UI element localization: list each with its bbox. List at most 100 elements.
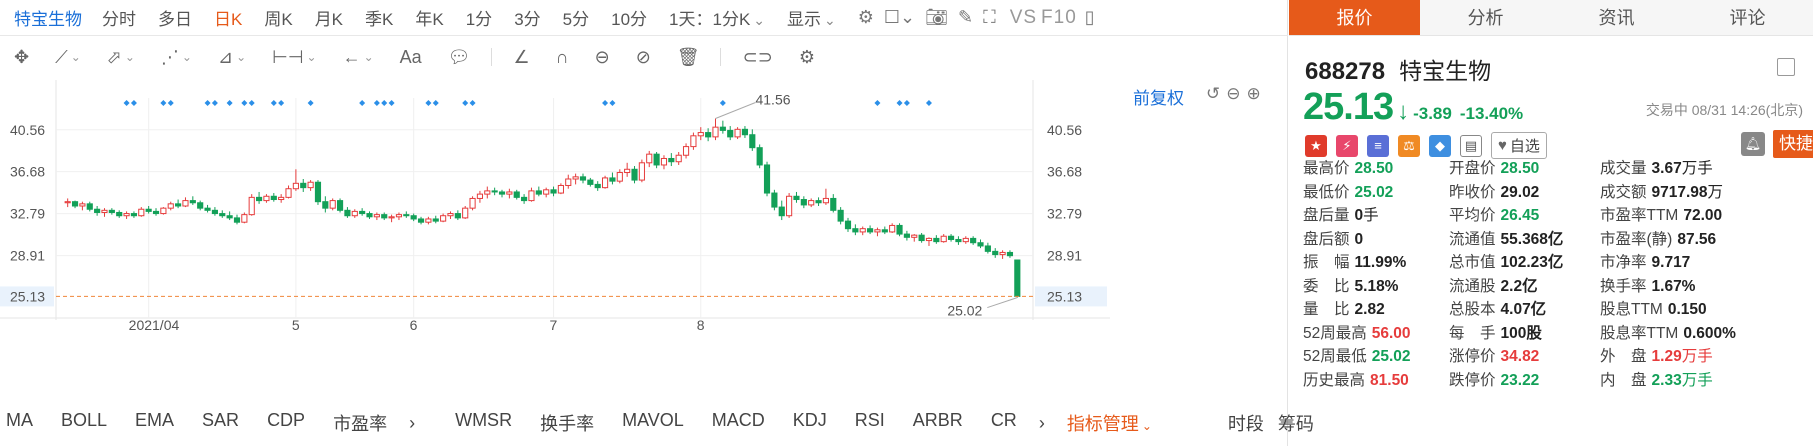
- period-tab[interactable]: 10分: [611, 5, 647, 30]
- candle-body: [197, 202, 204, 209]
- candle-body: [381, 214, 388, 219]
- quote-tab[interactable]: 资讯: [1551, 0, 1682, 36]
- candle-body: [528, 190, 535, 202]
- y-tick-label: 28.91: [10, 248, 45, 264]
- vs-button[interactable]: VS: [1010, 7, 1037, 29]
- hide-icon[interactable]: ⊘: [636, 47, 651, 68]
- period-tab[interactable]: 5分: [563, 5, 589, 30]
- angle-tool-icon[interactable]: ∠: [514, 47, 530, 68]
- interval-select[interactable]: 1天：1分K: [669, 5, 765, 30]
- stat-label: 总股本: [1449, 301, 1496, 318]
- candle-body: [668, 157, 675, 163]
- candle-body: [307, 181, 314, 189]
- event-marker: [204, 100, 211, 106]
- comment-tool-icon[interactable]: 💬︎: [448, 47, 471, 68]
- stat-number: 28.50: [1500, 160, 1540, 177]
- stat-label: 平均价: [1449, 207, 1496, 224]
- wave-tool-icon[interactable]: ⋰: [161, 47, 192, 68]
- sidebar-toggle-icon[interactable]: ▯: [1085, 7, 1095, 28]
- indicator-item[interactable]: EMA: [135, 410, 174, 436]
- period-tab[interactable]: 年K: [415, 5, 443, 30]
- range-tool-icon[interactable]: ⊢⊣: [272, 47, 316, 68]
- down-arrow-icon: ↓: [1397, 98, 1410, 125]
- indicator-item[interactable]: KDJ: [793, 410, 827, 436]
- arrow-tool-icon[interactable]: ←: [343, 47, 374, 68]
- period-tab[interactable]: 月K: [315, 5, 343, 30]
- indicator-item[interactable]: RSI: [855, 410, 885, 436]
- stat-cell: 换手率 1.67%: [1600, 274, 1695, 296]
- indicator-item[interactable]: 市盈率: [333, 410, 387, 436]
- candle-body: [616, 172, 623, 182]
- gear-icon[interactable]: ⚙: [799, 47, 815, 68]
- event-marker: [123, 100, 130, 106]
- quote-tab[interactable]: 评论: [1682, 0, 1813, 36]
- line-tool-icon[interactable]: ⟋: [55, 47, 81, 68]
- settings-icon[interactable]: ⚙: [858, 7, 874, 28]
- session-button[interactable]: 时段: [1228, 410, 1264, 436]
- stat-value: 25.02: [1355, 184, 1394, 201]
- link-icon[interactable]: ⊂⊃: [743, 47, 773, 68]
- indicator-item[interactable]: SAR: [202, 410, 239, 436]
- indicator-item[interactable]: MA: [6, 410, 33, 436]
- fullscreen-icon[interactable]: ⛶: [983, 7, 996, 28]
- pencil-icon[interactable]: ✎: [958, 7, 973, 28]
- checkbox-icon[interactable]: ☐⌄: [884, 7, 915, 28]
- candle-body: [359, 210, 366, 215]
- period-tab[interactable]: 周K: [264, 5, 292, 30]
- candle-body: [152, 210, 160, 215]
- text-tool-icon[interactable]: Aa: [400, 47, 422, 68]
- candle-body: [911, 234, 918, 238]
- candle-body: [947, 235, 955, 240]
- magnet-icon[interactable]: ∩: [556, 47, 569, 68]
- channel-tool-icon[interactable]: ⬀: [107, 47, 135, 68]
- candle-body: [447, 213, 454, 217]
- f10-button[interactable]: F10: [1041, 7, 1077, 29]
- heart-icon: ♥: [1498, 137, 1507, 154]
- trash-icon[interactable]: 🗑︎: [677, 47, 700, 68]
- menu-icon[interactable]: [1777, 58, 1795, 76]
- indicator-item[interactable]: MACD: [712, 410, 765, 436]
- stat-value: 25.02: [1372, 348, 1411, 365]
- period-tab[interactable]: 3分: [514, 5, 540, 30]
- candle-body: [800, 199, 807, 206]
- chevron-right-icon[interactable]: ›: [409, 413, 415, 434]
- candle-body: [226, 215, 233, 219]
- y-tick-label: 40.56: [1047, 122, 1082, 138]
- period-tab[interactable]: 分时: [102, 5, 136, 30]
- stat-label: 成交额: [1600, 183, 1647, 201]
- indicator-item[interactable]: CR: [991, 410, 1017, 436]
- period-tab[interactable]: 多日: [158, 5, 192, 30]
- indicator-item[interactable]: 换手率: [540, 410, 594, 436]
- indicator-item[interactable]: MAVOL: [622, 410, 684, 436]
- indicator-item[interactable]: BOLL: [61, 410, 107, 436]
- stat-cell: 市盈率(静) 87.56: [1600, 227, 1716, 249]
- stat-label: 最高价: [1303, 160, 1350, 177]
- stat-number: 87.56: [1677, 230, 1717, 248]
- stat-cell: 内 盘 2.33万手: [1600, 368, 1713, 390]
- chevron-right-icon[interactable]: ›: [1039, 413, 1045, 434]
- stat-number: 72.00: [1683, 207, 1723, 224]
- indicator-item[interactable]: ARBR: [913, 410, 963, 436]
- quote-tab[interactable]: 分析: [1420, 0, 1551, 36]
- event-marker: [874, 100, 881, 106]
- period-tab[interactable]: 季K: [365, 5, 393, 30]
- candle-body: [160, 207, 167, 215]
- period-tab[interactable]: 日K: [214, 5, 242, 30]
- price-row: 25.13 ↓ -3.89 -13.40%: [1303, 86, 1531, 129]
- candle-body: [705, 132, 712, 138]
- move-icon[interactable]: ✥: [14, 47, 29, 68]
- period-tab[interactable]: 1分: [466, 5, 492, 30]
- display-select[interactable]: 显示: [787, 5, 836, 30]
- stat-number: 3.67: [1651, 160, 1682, 177]
- stock-name-link[interactable]: 特宝生物: [14, 5, 82, 30]
- indicator-item[interactable]: CDP: [267, 410, 305, 436]
- stat-label: 市净率: [1600, 254, 1647, 271]
- quote-tab[interactable]: 报价: [1289, 0, 1420, 36]
- camera-icon[interactable]: 📷︎: [925, 7, 948, 28]
- fib-tool-icon[interactable]: ⊿: [218, 47, 246, 68]
- kline-chart[interactable]: 40.56 40.56 36.68 36.68 32.79 32.79 28.91 28.91…: [0, 80, 1288, 400]
- eye-icon[interactable]: ⊖: [595, 47, 610, 68]
- stat-cell: 每 手 100股: [1449, 321, 1542, 343]
- indicator-item[interactable]: WMSR: [455, 410, 512, 436]
- indicator-manager-button[interactable]: 指标管理: [1067, 410, 1152, 436]
